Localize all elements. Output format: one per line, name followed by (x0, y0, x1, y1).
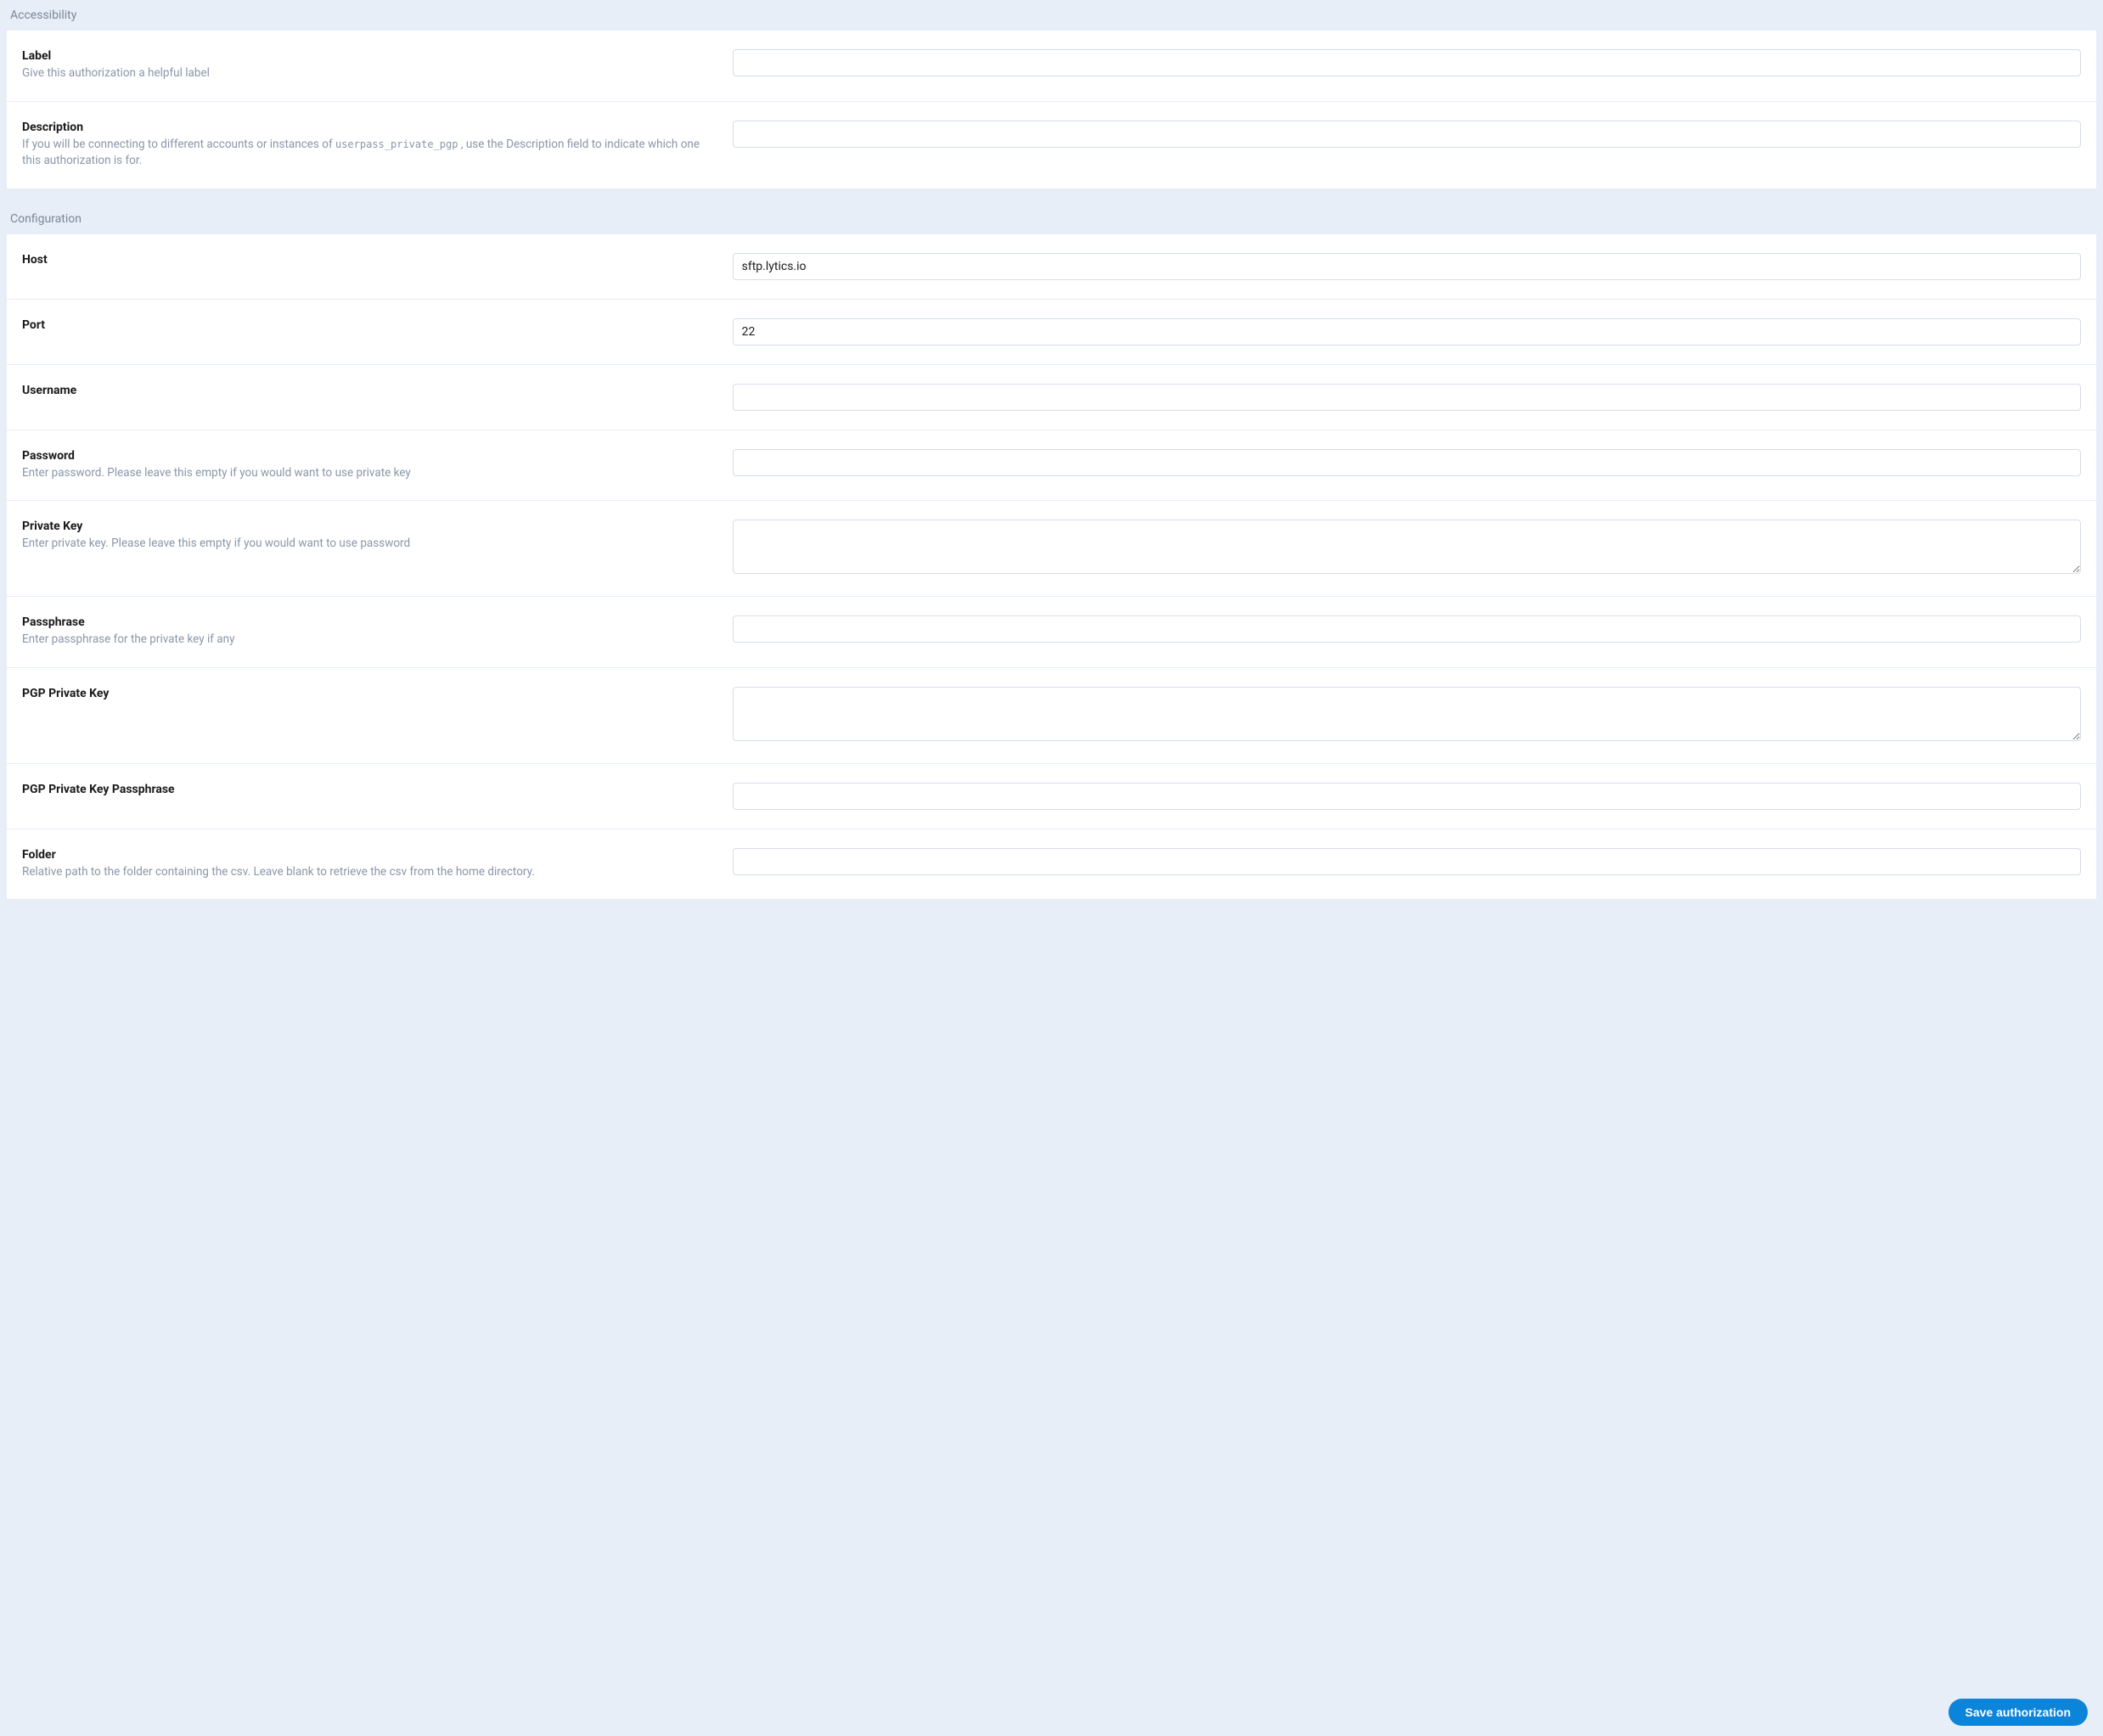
username-input[interactable] (733, 384, 2081, 411)
field-label-password: Password (22, 449, 712, 463)
field-label-private-key: Private Key (22, 520, 712, 533)
passphrase-input[interactable] (733, 615, 2081, 643)
field-label-label: Label (22, 49, 712, 63)
row-label: Label Give this authorization a helpful … (7, 31, 2096, 102)
private-key-input[interactable] (733, 520, 2081, 574)
row-password: Password Enter password. Please leave th… (7, 430, 2096, 502)
field-help-description: If you will be connecting to different a… (22, 137, 712, 170)
password-input[interactable] (733, 449, 2081, 476)
configuration-panel: Host Port Username Password Enter passwo… (7, 234, 2096, 900)
field-label-pgp-private-key: PGP Private Key (22, 687, 712, 700)
row-username: Username (7, 365, 2096, 430)
desc-help-prefix: If you will be connecting to different a… (22, 138, 335, 151)
accessibility-panel: Label Give this authorization a helpful … (7, 31, 2096, 188)
field-label-folder: Folder (22, 848, 712, 862)
desc-help-code: userpass_private_pgp (335, 138, 458, 150)
field-label-port: Port (22, 318, 712, 332)
pgp-passphrase-input[interactable] (733, 783, 2081, 810)
row-private-key: Private Key Enter private key. Please le… (7, 501, 2096, 597)
field-label-username: Username (22, 384, 712, 397)
field-help-folder: Relative path to the folder containing t… (22, 864, 712, 881)
row-description: Description If you will be connecting to… (7, 102, 2096, 188)
field-label-pgp-passphrase: PGP Private Key Passphrase (22, 783, 712, 796)
host-input[interactable] (733, 253, 2081, 280)
section-header-configuration: Configuration (0, 204, 2103, 234)
save-authorization-button[interactable]: Save authorization (1948, 1699, 2088, 1726)
row-port: Port (7, 300, 2096, 365)
field-label-host: Host (22, 253, 712, 267)
row-pgp-passphrase: PGP Private Key Passphrase (7, 764, 2096, 829)
folder-input[interactable] (733, 848, 2081, 875)
field-label-passphrase: Passphrase (22, 615, 712, 629)
row-host: Host (7, 234, 2096, 300)
footer: Save authorization (1933, 1688, 2103, 1736)
row-pgp-private-key: PGP Private Key (7, 668, 2096, 764)
field-label-description: Description (22, 121, 712, 134)
field-help-passphrase: Enter passphrase for the private key if … (22, 632, 712, 649)
field-help-label: Give this authorization a helpful label (22, 65, 712, 82)
pgp-private-key-input[interactable] (733, 687, 2081, 741)
row-passphrase: Passphrase Enter passphrase for the priv… (7, 597, 2096, 668)
label-input[interactable] (733, 49, 2081, 76)
field-help-password: Enter password. Please leave this empty … (22, 465, 712, 482)
row-folder: Folder Relative path to the folder conta… (7, 829, 2096, 900)
port-input[interactable] (733, 318, 2081, 346)
description-input[interactable] (733, 121, 2081, 148)
section-header-accessibility: Accessibility (0, 0, 2103, 31)
field-help-private-key: Enter private key. Please leave this emp… (22, 536, 712, 553)
